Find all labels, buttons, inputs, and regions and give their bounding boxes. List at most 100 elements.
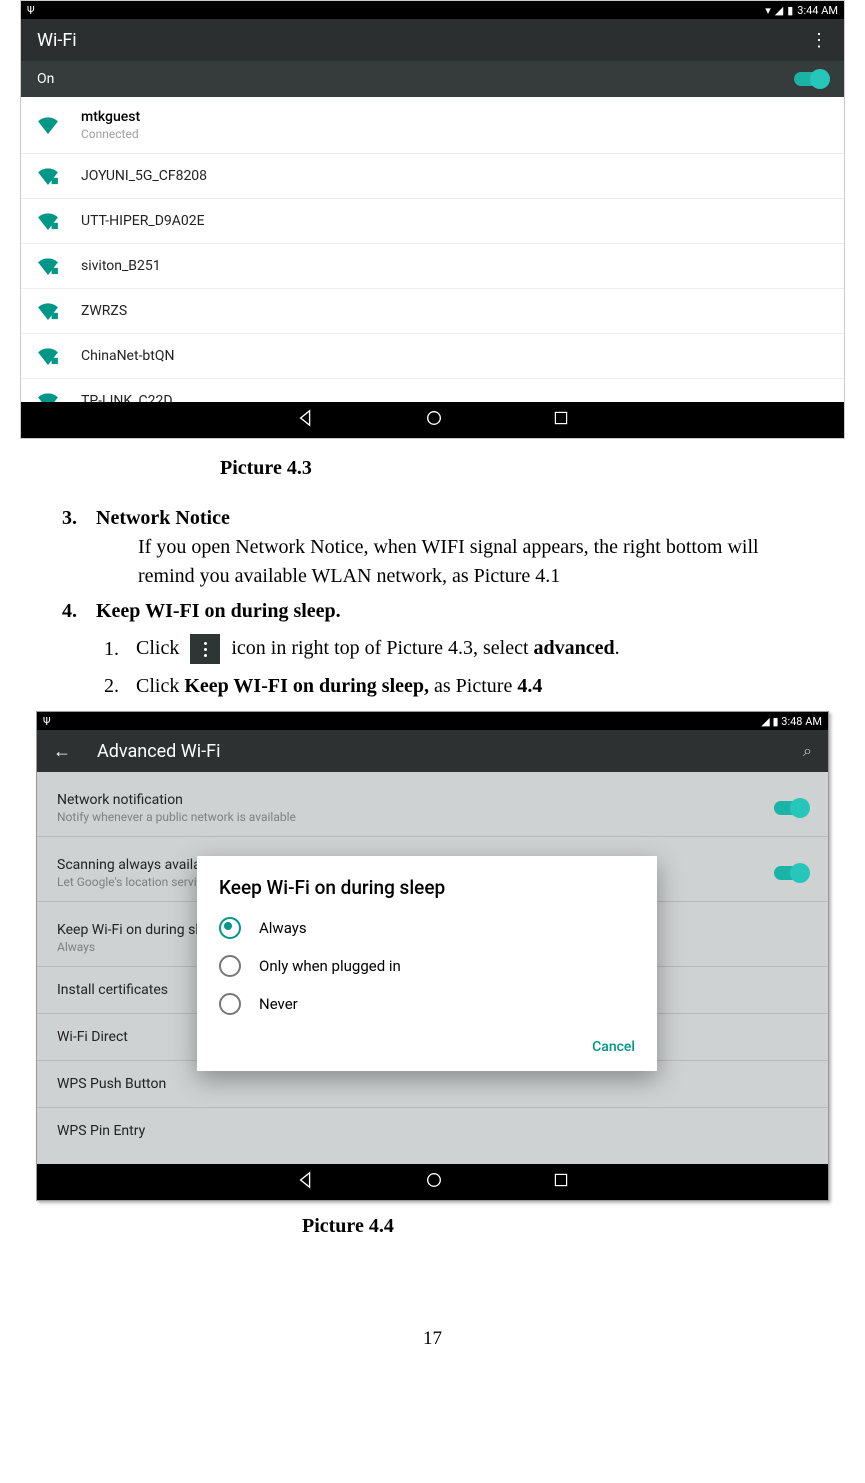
clock: 3:44 AM <box>797 4 838 17</box>
page-title: Wi-Fi <box>37 30 77 51</box>
row-subtitle: Notify whenever a public network is avai… <box>57 810 296 824</box>
list-heading: Keep WI-FI on during sleep. <box>96 597 805 626</box>
wifi-on-bar: On <box>21 61 844 97</box>
usb-icon: Ψ <box>43 715 51 728</box>
text-bold: Keep WI-FI on during sleep, <box>184 675 429 697</box>
wifi-network-row[interactable]: ChinaNet-btQN <box>21 333 844 378</box>
network-name: UTT-HIPER_D9A02E <box>81 213 205 229</box>
option-label: Never <box>259 995 298 1013</box>
wifi-toggle[interactable] <box>794 72 828 86</box>
screenshot-advanced-wifi: Ψ ◢ ▮ 3:48 AM ← Advanced Wi-Fi ⌕ Network… <box>36 711 829 1201</box>
text: . <box>615 637 620 659</box>
option-label: Only when plugged in <box>259 957 401 975</box>
toggle[interactable] <box>774 801 808 815</box>
wifi-network-row[interactable]: mtkguest Connected <box>21 97 844 153</box>
battery-icon: ▮ <box>772 715 778 728</box>
screenshot-wifi-list: Ψ ▾ ◢ ▮ 3:44 AM Wi-Fi ⋮ On mtkguest <box>20 0 845 439</box>
wifi-title-bar: Wi-Fi ⋮ <box>21 19 844 61</box>
sub-number: 1. <box>104 635 136 664</box>
text: as Picture <box>429 675 517 697</box>
list-item-3: 3. Network Notice If you open Network No… <box>62 504 805 591</box>
dialog-option-always[interactable]: Always <box>197 909 657 947</box>
settings-row-network-notification[interactable]: Network notification Notify whenever a p… <box>37 772 828 837</box>
cancel-button[interactable]: Cancel <box>197 1023 657 1061</box>
document-body: 3. Network Notice If you open Network No… <box>62 504 805 701</box>
network-name: siviton_B251 <box>81 258 161 274</box>
advanced-settings-list: Network notification Notify whenever a p… <box>37 772 828 1164</box>
list-number: 3. <box>62 504 96 591</box>
clock: 3:48 AM <box>781 715 822 728</box>
row-title: Install certificates <box>57 982 168 998</box>
list-paragraph: If you open Network Notice, when WIFI si… <box>138 533 805 591</box>
wifi-signal-lock-icon <box>37 212 59 230</box>
text: Click <box>136 637 184 659</box>
usb-icon: Ψ <box>27 4 35 17</box>
network-name: ZWRZS <box>81 303 127 319</box>
sub-number: 2. <box>104 672 136 701</box>
wifi-status-icon: ▾ <box>765 4 771 17</box>
wifi-signal-lock-icon <box>37 257 59 275</box>
wifi-signal-lock-icon <box>37 302 59 320</box>
keep-wifi-dialog: Keep Wi-Fi on during sleep Always Only w… <box>197 856 657 1071</box>
wifi-signal-lock-icon <box>37 347 59 365</box>
radio-icon <box>219 993 241 1015</box>
wifi-network-row[interactable]: JOYUNI_5G_CF8208 <box>21 153 844 198</box>
wifi-network-row[interactable]: siviton_B251 <box>21 243 844 288</box>
text: Click <box>136 675 184 697</box>
android-nav-bar <box>37 1164 828 1200</box>
text-bold: advanced <box>534 637 615 659</box>
wifi-signal-lock-icon <box>37 167 59 185</box>
dialog-option-plugged[interactable]: Only when plugged in <box>197 947 657 985</box>
radio-icon <box>219 955 241 977</box>
figure-caption-4-3: Picture 4.3 <box>220 457 865 480</box>
back-arrow-icon[interactable]: ← <box>53 741 71 762</box>
row-title: Network notification <box>57 792 296 808</box>
row-subtitle: Always <box>57 940 206 954</box>
advanced-title-bar: ← Advanced Wi-Fi ⌕ <box>37 730 828 772</box>
page-number: 17 <box>0 1328 865 1350</box>
network-status: Connected <box>81 127 140 141</box>
back-icon[interactable] <box>297 1171 315 1193</box>
overflow-menu-icon[interactable]: ⋮ <box>810 30 828 51</box>
home-icon[interactable] <box>425 1171 443 1193</box>
row-title: WPS Push Button <box>57 1076 166 1092</box>
wifi-signal-icon <box>37 116 59 134</box>
signal-icon: ◢ <box>775 4 783 17</box>
network-name: ChinaNet-btQN <box>81 348 175 364</box>
android-nav-bar <box>21 402 844 438</box>
settings-row-wps-pin[interactable]: WPS Pin Entry <box>37 1108 828 1154</box>
dialog-option-never[interactable]: Never <box>197 985 657 1023</box>
overflow-menu-icon <box>190 634 220 664</box>
wifi-network-row[interactable]: UTT-HIPER_D9A02E <box>21 198 844 243</box>
wifi-network-row[interactable]: ZWRZS <box>21 288 844 333</box>
row-title: Scanning always availa <box>57 857 203 873</box>
home-icon[interactable] <box>425 409 443 432</box>
page-title: Advanced Wi-Fi <box>97 741 220 762</box>
option-label: Always <box>259 919 307 937</box>
dialog-title: Keep Wi-Fi on during sleep <box>197 876 657 909</box>
row-title: Keep Wi-Fi on during sle <box>57 922 206 938</box>
signal-icon: ◢ <box>761 715 769 728</box>
network-name: JOYUNI_5G_CF8208 <box>81 168 207 184</box>
list-number: 4. <box>62 597 96 626</box>
network-name: TP-LINK_C22D <box>81 393 173 402</box>
search-icon[interactable]: ⌕ <box>803 741 812 761</box>
row-subtitle: Let Google's location servic <box>57 875 203 889</box>
back-icon[interactable] <box>297 409 315 432</box>
row-title: WPS Pin Entry <box>57 1123 145 1139</box>
sub-item-1: 1. Click icon in right top of Picture 4.… <box>104 634 805 664</box>
status-bar: Ψ ▾ ◢ ▮ 3:44 AM <box>21 1 844 19</box>
wifi-signal-icon <box>37 392 59 402</box>
on-label: On <box>37 71 54 87</box>
list-heading: Network Notice <box>96 504 805 533</box>
network-name: mtkguest <box>81 109 140 125</box>
recents-icon[interactable] <box>553 410 569 431</box>
row-title: Wi-Fi Direct <box>57 1029 128 1045</box>
recents-icon[interactable] <box>553 1172 569 1192</box>
toggle[interactable] <box>774 866 808 880</box>
text: icon in right top of Picture 4.3, select <box>226 637 533 659</box>
radio-selected-icon <box>219 917 241 939</box>
list-item-4: 4. Keep WI-FI on during sleep. <box>62 597 805 626</box>
sub-item-2: 2. Click Keep WI-FI on during sleep, as … <box>104 672 805 701</box>
wifi-network-row[interactable]: TP-LINK_C22D <box>21 378 844 402</box>
